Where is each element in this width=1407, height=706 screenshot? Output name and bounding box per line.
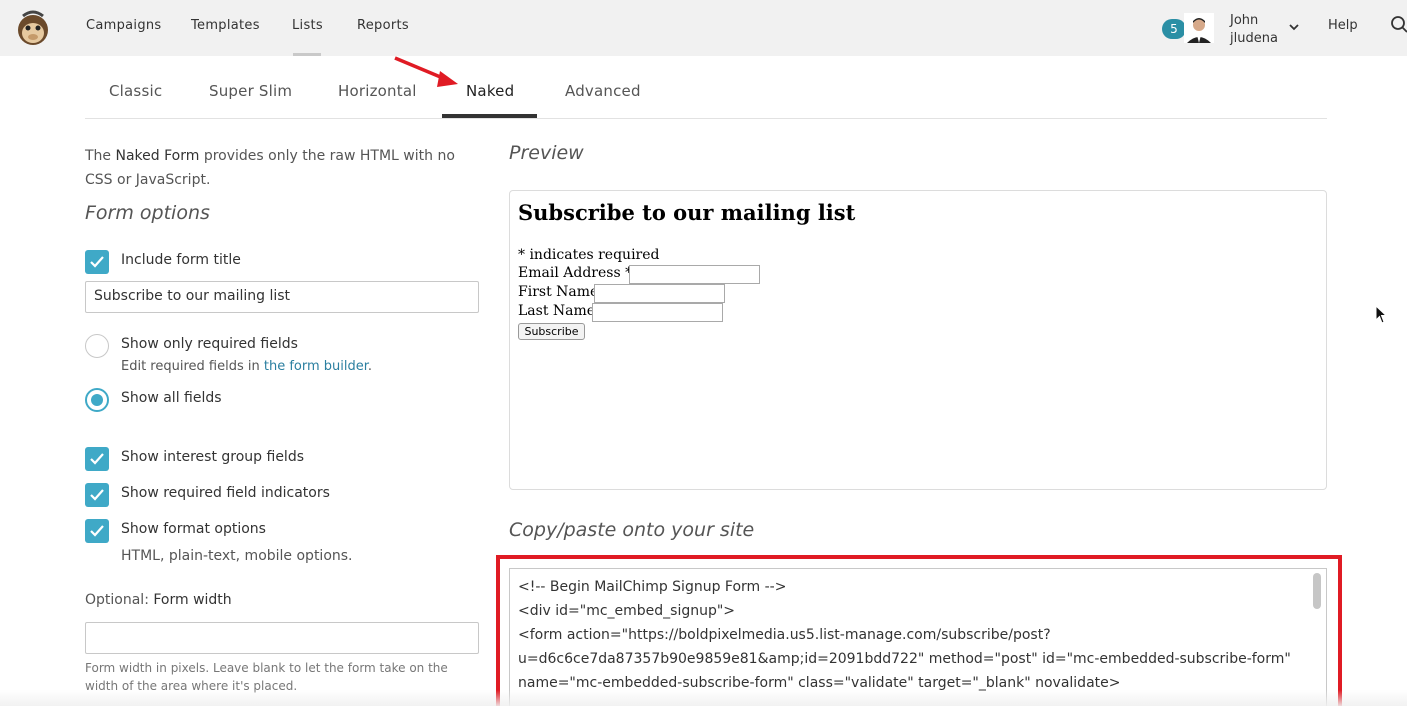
include-title-label: Include form title <box>121 252 241 268</box>
preview-panel <box>509 190 1327 490</box>
tab-super-slim[interactable]: Super Slim <box>209 82 292 100</box>
top-navbar: Campaigns Templates Lists Reports 5 John… <box>0 0 1407 56</box>
preview-form-title: Subscribe to our mailing list <box>518 200 856 225</box>
nav-active-indicator <box>293 53 321 56</box>
preview-first-name-label: First Name <box>518 284 599 300</box>
form-width-label: Optional: Form width <box>85 592 232 608</box>
preview-email-input[interactable] <box>629 265 760 284</box>
required-hint-suffix: . <box>367 359 373 374</box>
required-indicators-checkbox[interactable] <box>85 483 109 507</box>
form-builder-link[interactable]: the form builder <box>264 359 368 374</box>
tab-advanced[interactable]: Advanced <box>565 82 641 100</box>
nav-lists[interactable]: Lists <box>292 18 323 33</box>
show-all-radio[interactable] <box>85 388 109 412</box>
mailchimp-logo-icon[interactable] <box>13 8 53 48</box>
mouse-cursor-icon <box>1375 305 1388 324</box>
include-title-checkbox[interactable] <box>85 250 109 274</box>
preview-first-name-input[interactable] <box>594 284 725 303</box>
highlight-box-annotation <box>496 555 1342 706</box>
form-width-input[interactable] <box>85 622 479 654</box>
interest-groups-label: Show interest group fields <box>121 449 304 465</box>
checkmark-icon <box>90 256 104 268</box>
interest-groups-checkbox[interactable] <box>85 447 109 471</box>
show-all-label: Show all fields <box>121 390 222 406</box>
preview-last-name-input[interactable] <box>592 303 723 322</box>
search-icon[interactable] <box>1390 15 1407 35</box>
user-first-name: John <box>1230 13 1259 28</box>
format-options-label: Show format options <box>121 521 266 537</box>
checkmark-icon <box>90 525 104 537</box>
preview-last-name-label: Last Name <box>518 303 596 319</box>
form-width-prefix: Optional: <box>85 592 154 608</box>
format-options-checkbox[interactable] <box>85 519 109 543</box>
tab-divider <box>85 118 1327 119</box>
required-fields-hint: Edit required fields in the form builder… <box>121 359 372 374</box>
nav-templates[interactable]: Templates <box>191 18 260 33</box>
avatar[interactable] <box>1184 13 1214 43</box>
format-options-hint: HTML, plain-text, mobile options. <box>121 548 353 564</box>
red-arrow-annotation-icon <box>394 56 458 87</box>
preview-subscribe-button[interactable]: Subscribe <box>518 323 585 340</box>
copy-paste-heading: Copy/paste onto your site <box>509 519 755 541</box>
user-menu[interactable]: John jludena <box>1230 12 1278 48</box>
intro-text: The Naked Form provides only the raw HTM… <box>85 144 485 192</box>
preview-heading: Preview <box>509 142 584 164</box>
preview-required-note: * indicates required <box>518 247 660 263</box>
checkmark-icon <box>90 489 104 501</box>
help-link[interactable]: Help <box>1328 18 1358 33</box>
required-only-radio[interactable] <box>85 334 109 358</box>
form-title-input[interactable]: Subscribe to our mailing list <box>85 281 479 313</box>
tab-classic[interactable]: Classic <box>109 82 162 100</box>
nav-campaigns[interactable]: Campaigns <box>86 18 162 33</box>
notification-badge[interactable]: 5 <box>1162 19 1186 39</box>
checkmark-icon <box>90 453 104 465</box>
required-hint-prefix: Edit required fields in <box>121 359 264 374</box>
user-handle: jludena <box>1230 31 1278 46</box>
chevron-down-icon[interactable] <box>1287 20 1301 34</box>
required-only-label: Show only required fields <box>121 336 298 352</box>
intro-bold: Naked Form <box>115 148 200 164</box>
bottom-fade <box>0 690 1407 706</box>
intro-prefix: The <box>85 148 116 164</box>
tab-naked[interactable]: Naked <box>466 82 514 100</box>
form-width-bold: Form width <box>153 592 232 608</box>
required-indicators-label: Show required field indicators <box>121 485 330 501</box>
form-options-heading: Form options <box>85 202 210 224</box>
preview-email-label: Email Address * <box>518 265 633 281</box>
nav-reports[interactable]: Reports <box>357 18 409 33</box>
